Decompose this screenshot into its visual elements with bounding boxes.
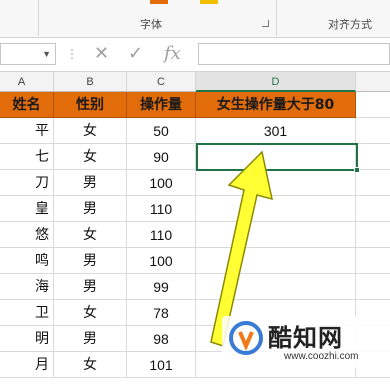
check-icon[interactable]: ✓ bbox=[128, 43, 143, 64]
cell-gender[interactable]: 女 bbox=[54, 300, 127, 326]
cell-gender[interactable]: 男 bbox=[54, 274, 127, 300]
table-row: 鸣男 100 bbox=[0, 248, 390, 274]
cell-ops[interactable]: 78 bbox=[127, 300, 196, 326]
cell-result[interactable] bbox=[196, 248, 356, 274]
cell-ops[interactable]: 99 bbox=[127, 274, 196, 300]
cell-result[interactable] bbox=[196, 170, 356, 196]
cell-name[interactable]: 明 bbox=[0, 326, 54, 352]
table-cell[interactable] bbox=[356, 196, 390, 222]
chevron-down-icon[interactable]: ▼ bbox=[42, 49, 51, 59]
fx-icon[interactable]: fx bbox=[164, 43, 181, 64]
ribbon-group-separator bbox=[276, 0, 277, 36]
coozhi-logo-icon bbox=[229, 321, 263, 355]
column-header-b[interactable]: B bbox=[54, 72, 127, 92]
font-group-label: 字体 bbox=[140, 19, 162, 31]
cell-gender[interactable]: 女 bbox=[54, 352, 127, 378]
table-row: 悠女 110 bbox=[0, 222, 390, 248]
cell-ops[interactable]: 110 bbox=[127, 196, 196, 222]
table-row: 海男 99 bbox=[0, 274, 390, 300]
table-cell[interactable] bbox=[356, 118, 390, 144]
ribbon: 字体 对齐方式 bbox=[0, 0, 390, 38]
formula-input[interactable] bbox=[198, 43, 390, 65]
cell-name[interactable]: 平 bbox=[0, 118, 54, 144]
cell-gender[interactable]: 男 bbox=[54, 196, 127, 222]
column-header-d[interactable]: D bbox=[196, 72, 356, 92]
table-cell[interactable] bbox=[356, 170, 390, 196]
cell-ops[interactable]: 100 bbox=[127, 170, 196, 196]
drag-handle-icon[interactable]: ⋮ bbox=[66, 47, 78, 61]
table-row: 皇男 110 bbox=[0, 196, 390, 222]
table-cell[interactable] bbox=[356, 222, 390, 248]
cell-gender[interactable]: 男 bbox=[54, 248, 127, 274]
active-cell-d3[interactable] bbox=[196, 143, 360, 173]
column-header-a[interactable]: A bbox=[0, 72, 54, 92]
cell-gender[interactable]: 女 bbox=[54, 118, 127, 144]
cell-name[interactable]: 月 bbox=[0, 352, 54, 378]
header-cell-gender[interactable]: 性别 bbox=[54, 92, 127, 118]
cell-ops[interactable]: 100 bbox=[127, 248, 196, 274]
cancel-x-icon[interactable]: ✕ bbox=[94, 43, 109, 64]
cell-name[interactable]: 海 bbox=[0, 274, 54, 300]
table-cell[interactable] bbox=[356, 144, 390, 170]
table-cell[interactable] bbox=[356, 274, 390, 300]
cell-ops[interactable]: 90 bbox=[127, 144, 196, 170]
alignment-group-label: 对齐方式 bbox=[328, 19, 372, 31]
cell-ops[interactable]: 50 bbox=[127, 118, 196, 144]
cell-name[interactable]: 七 bbox=[0, 144, 54, 170]
cell-name[interactable]: 悠 bbox=[0, 222, 54, 248]
column-header-e[interactable] bbox=[356, 72, 390, 92]
watermark-url: www.coozhi.com bbox=[284, 351, 359, 362]
header-cell-ops[interactable]: 操作量 bbox=[127, 92, 196, 118]
cell-result[interactable] bbox=[196, 274, 356, 300]
name-box[interactable]: ▼ bbox=[0, 43, 56, 65]
table-header-row: 姓名 性别 操作量 女生操作量大于80 bbox=[0, 92, 390, 118]
table-row: 刀男 100 bbox=[0, 170, 390, 196]
fill-color-swatch[interactable] bbox=[200, 0, 218, 4]
cell-name[interactable]: 皇 bbox=[0, 196, 54, 222]
cell-gender[interactable]: 男 bbox=[54, 170, 127, 196]
cell-ops[interactable]: 98 bbox=[127, 326, 196, 352]
table-row: 平女 50 301 bbox=[0, 118, 390, 144]
cell-gender[interactable]: 女 bbox=[54, 222, 127, 248]
header-cell-result[interactable]: 女生操作量大于80 bbox=[196, 92, 356, 118]
cell-gender[interactable]: 女 bbox=[54, 144, 127, 170]
cell-gender[interactable]: 男 bbox=[54, 326, 127, 352]
font-color-swatch[interactable] bbox=[150, 0, 168, 4]
cell-result[interactable] bbox=[196, 196, 356, 222]
cell-name[interactable]: 鸣 bbox=[0, 248, 54, 274]
watermark: 酷知网 www.coozhi.com bbox=[222, 316, 390, 368]
header-cell-name[interactable]: 姓名 bbox=[0, 92, 54, 118]
column-header-c[interactable]: C bbox=[127, 72, 196, 92]
table-cell[interactable] bbox=[356, 92, 390, 118]
cell-result[interactable]: 301 bbox=[196, 118, 356, 144]
watermark-brand: 酷知网 bbox=[268, 324, 343, 352]
cell-name[interactable]: 刀 bbox=[0, 170, 54, 196]
formula-bar: ▼ ⋮ ✕ ✓ fx bbox=[0, 38, 390, 72]
ribbon-group-separator bbox=[38, 0, 39, 36]
table-cell[interactable] bbox=[356, 248, 390, 274]
cell-name[interactable]: 卫 bbox=[0, 300, 54, 326]
fill-handle[interactable] bbox=[354, 167, 360, 173]
cell-result[interactable] bbox=[196, 222, 356, 248]
font-dialog-launcher-icon[interactable] bbox=[262, 20, 269, 27]
cell-ops[interactable]: 101 bbox=[127, 352, 196, 378]
cell-ops[interactable]: 110 bbox=[127, 222, 196, 248]
